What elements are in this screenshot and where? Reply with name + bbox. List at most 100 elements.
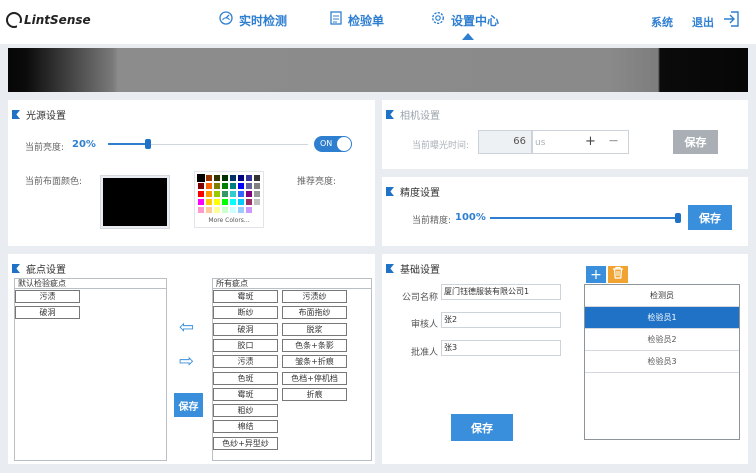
more-colors-link[interactable]: More Colors... [198,217,260,224]
color-swatch[interactable] [254,191,260,197]
all-defect-chip[interactable]: 皱条+折痕 [282,355,347,369]
color-swatch[interactable] [198,207,204,213]
color-swatch[interactable] [206,191,212,197]
color-swatch[interactable] [230,191,236,197]
color-swatch[interactable] [246,183,252,189]
nav-realtime-detection[interactable]: 实时检测 [219,11,287,29]
move-left-arrow-icon[interactable]: ⇦ [179,317,194,338]
color-swatch[interactable] [214,207,220,213]
color-swatch[interactable] [214,175,220,181]
all-defect-chip[interactable]: 霉斑 [213,290,278,303]
camera-save-button[interactable]: 保存 [673,130,718,154]
color-swatch[interactable] [230,175,236,181]
all-defect-chip[interactable]: 色档+停机档 [282,371,347,385]
app-logo[interactable]: LintSense [6,12,91,28]
all-defect-chip[interactable]: 色纱+异型纱 [213,436,278,450]
color-swatch[interactable] [222,183,228,189]
exposure-minus-button[interactable]: — [609,136,618,146]
exit-link[interactable]: 退出 [692,14,714,30]
color-swatch[interactable] [214,183,220,189]
color-swatch[interactable] [238,183,244,189]
color-swatch[interactable] [246,199,252,205]
all-defect-chip[interactable]: 破洞 [213,322,278,336]
precision-slider-handle[interactable] [675,213,681,223]
inspector-row[interactable]: 检验员2 [585,329,739,351]
basic-settings-panel: 基础设置 公司名称 厦门钰德服装有限公司1 审核人 张2 批准人 张3 保存 +… [382,254,748,464]
all-defect-chip[interactable]: 折痕 [282,387,347,401]
brightness-slider-fill [108,143,148,145]
nav-inspection-sheet[interactable]: 检验单 [330,11,384,29]
color-swatch[interactable] [222,207,228,213]
logo-mark-icon [6,12,22,28]
color-swatch[interactable] [230,199,236,205]
color-swatch[interactable] [222,199,228,205]
precision-save-button[interactable]: 保存 [688,205,732,230]
flag-icon [386,187,394,196]
all-defect-chip[interactable]: 布面拖纱 [282,306,347,320]
all-defect-chip[interactable]: 粗纱 [213,404,278,418]
brightness-slider-handle[interactable] [145,139,151,149]
exit-icon[interactable] [722,10,740,28]
precision-slider-fill [490,217,678,219]
approver-input[interactable]: 张3 [441,340,561,356]
add-inspector-button[interactable]: + [586,266,606,283]
nav-label: 设置中心 [451,13,500,28]
color-swatch[interactable] [246,191,252,197]
color-swatch[interactable] [238,191,244,197]
color-swatch[interactable] [230,207,236,213]
move-right-arrow-icon[interactable]: ⇨ [179,351,194,372]
system-link[interactable]: 系统 [651,14,673,30]
color-swatch[interactable] [198,191,204,197]
color-swatch[interactable] [246,175,252,181]
color-swatch[interactable] [254,207,260,213]
color-swatch[interactable] [206,207,212,213]
all-defect-chip[interactable]: 脱浆 [282,322,347,336]
color-swatch[interactable] [254,175,260,181]
color-swatch[interactable] [222,191,228,197]
color-swatch[interactable] [238,199,244,205]
color-swatch[interactable] [198,183,204,189]
all-defect-chip[interactable]: 色斑 [213,371,278,385]
defect-save-button[interactable]: 保存 [174,393,203,417]
color-swatch[interactable] [238,207,244,213]
company-input[interactable]: 厦门钰德服装有限公司1 [441,284,561,300]
document-icon [330,11,342,29]
color-swatch[interactable] [222,175,228,181]
all-defect-chip[interactable]: 棉结 [213,420,278,434]
color-swatch[interactable] [254,199,260,205]
light-toggle[interactable]: ON [314,136,352,152]
reviewer-input[interactable]: 张2 [441,312,561,328]
fabric-color-swatch[interactable] [100,175,170,229]
all-defect-chip[interactable]: 污渍 [213,355,278,369]
all-defect-chip[interactable]: 断纱 [213,306,278,320]
delete-inspector-button[interactable] [608,266,628,283]
panel-title: 基础设置 [386,261,440,276]
color-palette: More Colors... [194,171,264,228]
color-swatch[interactable] [214,191,220,197]
light-settings-panel: 光源设置 当前亮度: 20% ON 当前布面颜色: More Colors...… [8,100,375,246]
inspector-row[interactable]: 检验员3 [585,351,739,373]
color-swatch[interactable] [206,199,212,205]
color-swatch[interactable] [254,183,260,189]
all-defect-chip[interactable]: 胶口 [213,338,278,352]
color-swatch[interactable] [198,199,204,205]
default-defect-chip[interactable]: 污渍 [15,290,80,303]
default-defect-chip[interactable]: 破洞 [15,306,80,319]
exposure-value: 66 [513,136,526,147]
all-defect-chip[interactable]: 霉斑 [213,387,278,401]
color-swatch[interactable] [246,207,252,213]
all-defect-chip[interactable]: 污渍纱 [282,290,347,303]
basic-save-button[interactable]: 保存 [451,414,513,441]
nav-label: 检验单 [348,13,385,28]
nav-settings-center[interactable]: 设置中心 [431,11,499,29]
color-swatch[interactable] [230,183,236,189]
color-swatch[interactable] [238,175,244,181]
inspector-row[interactable]: 检验员1 [585,307,739,329]
color-swatch[interactable] [206,175,212,181]
all-defect-chip[interactable]: 色条+条影 [282,338,347,352]
exposure-plus-button[interactable]: + [585,134,596,149]
color-swatch[interactable] [214,199,220,205]
color-swatch[interactable] [197,174,205,182]
active-nav-caret [462,33,474,40]
color-swatch[interactable] [206,183,212,189]
